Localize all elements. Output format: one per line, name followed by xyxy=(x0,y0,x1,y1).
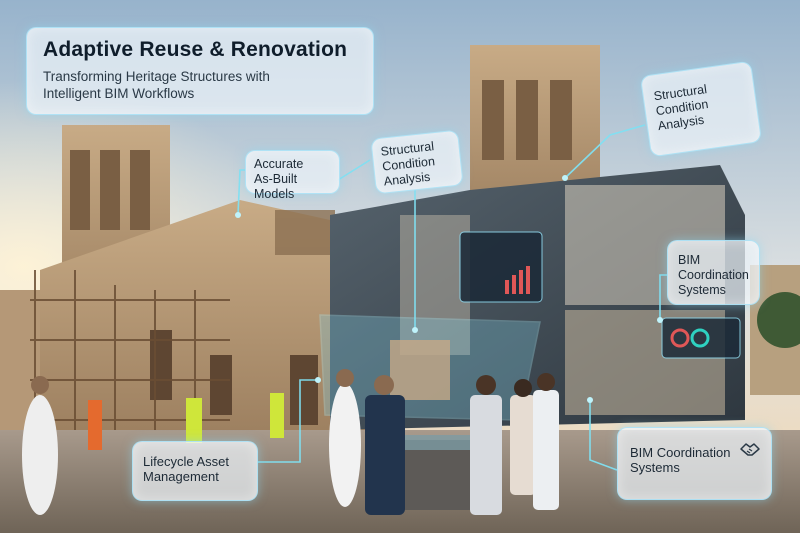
callout-bim-coordination-right: BIM Coordination Systems xyxy=(667,240,760,305)
title-panel: Adaptive Reuse & Renovation Transforming… xyxy=(26,27,374,115)
subtitle-line-1: Transforming Heritage Structures with xyxy=(43,69,270,84)
handshake-icon xyxy=(740,443,760,456)
scene: Adaptive Reuse & Renovation Transforming… xyxy=(0,0,800,533)
callout-line-1: Accurate xyxy=(254,157,304,171)
callout-lifecycle-asset-management: Lifecycle Asset Management xyxy=(132,441,258,501)
callout-line-2: Management xyxy=(143,469,219,484)
subtitle-line-2: Intelligent BIM Workflows xyxy=(43,86,195,101)
page-subtitle: Transforming Heritage Structures with In… xyxy=(43,68,357,102)
callout-line-2: Coordination xyxy=(678,268,749,282)
callout-bim-coordination-bottom: BIM Coordination Systems xyxy=(617,427,772,500)
callout-structural-condition-right: Structural Condition Analysis xyxy=(639,60,763,158)
callout-as-built-models: Accurate As-Built Models xyxy=(245,150,340,201)
callout-structural-condition-mid: Structural Condition Analysis xyxy=(370,129,464,195)
dashboard-bim xyxy=(661,317,741,359)
callout-line-1: Lifecycle Asset xyxy=(143,454,229,469)
callout-line-2: As-Built Models xyxy=(254,172,298,201)
hologram-table xyxy=(395,440,470,510)
callout-line-3: Systems xyxy=(678,283,726,297)
callout-line-1: BIM xyxy=(678,253,701,267)
page-title: Adaptive Reuse & Renovation xyxy=(43,38,348,61)
callout-line-2: Systems xyxy=(630,460,680,475)
